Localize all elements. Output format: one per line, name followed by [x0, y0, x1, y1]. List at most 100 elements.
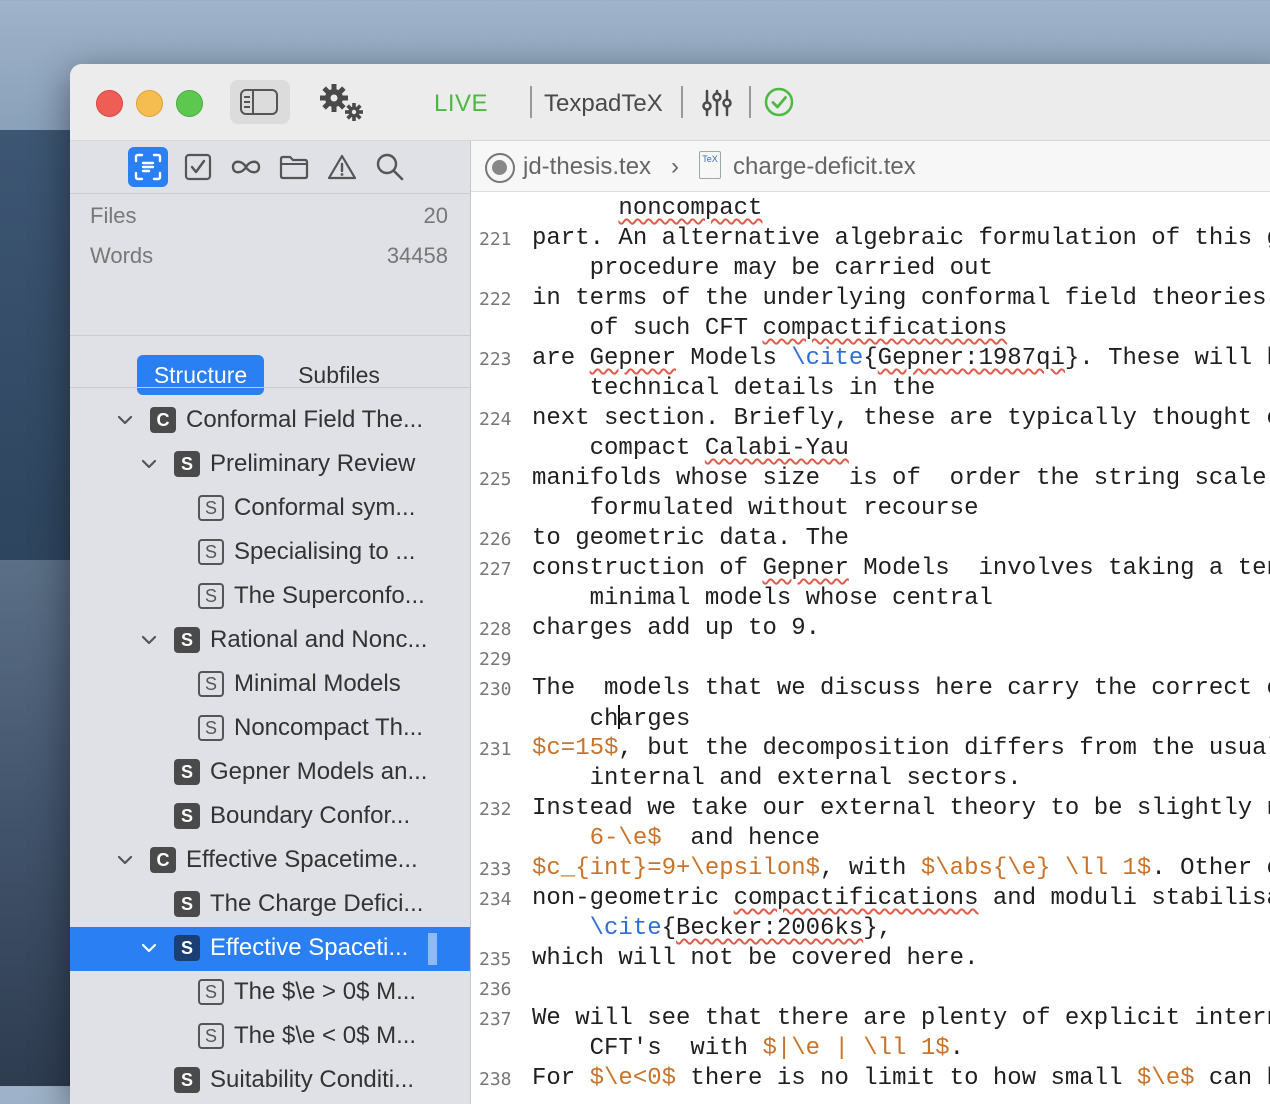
structure-tree-label: Specialising to ... — [234, 538, 416, 565]
files-tab[interactable] — [274, 147, 314, 187]
line-number: 229 — [479, 649, 512, 670]
text-caret — [618, 705, 621, 729]
code-line: to geometric data. The — [532, 525, 849, 552]
structure-tree-item[interactable]: S The $\e < 0$ M... — [70, 1015, 470, 1059]
code-line: compact Calabi-Yau — [532, 435, 849, 462]
structure-tree-item[interactable]: S Conformal sym... — [70, 487, 470, 531]
structure-tree-item[interactable]: C Conformal Field The... — [70, 399, 470, 443]
close-window-button[interactable] — [96, 90, 123, 117]
chevron-down-icon[interactable] — [140, 455, 158, 473]
settings-gears-icon[interactable] — [318, 82, 368, 122]
section-badge-icon: S — [174, 1067, 200, 1093]
chevron-down-icon[interactable] — [140, 631, 158, 649]
section-badge-icon: S — [198, 495, 224, 521]
sidebar-tab-bar — [70, 141, 470, 193]
section-badge-icon: S — [174, 803, 200, 829]
structure-tree-label: Conformal sym... — [234, 494, 416, 521]
minimize-window-button[interactable] — [136, 90, 163, 117]
toolbar-divider — [749, 86, 751, 118]
search-tab[interactable] — [370, 147, 410, 187]
structure-tree-item[interactable]: S Specialising to ... — [70, 531, 470, 575]
structure-tree-item[interactable]: S The Superconfo... — [70, 575, 470, 619]
line-number: 235 — [479, 949, 512, 970]
section-badge-icon: S — [174, 627, 200, 653]
toolbar-divider — [681, 86, 683, 118]
line-number: 233 — [479, 859, 512, 880]
files-count-row: Files 20 — [70, 195, 470, 235]
code-line: procedure may be carried out — [532, 255, 993, 282]
structure-tree-label: Boundary Confor... — [210, 802, 411, 829]
toggle-sidebar-button[interactable] — [230, 80, 290, 124]
subfiles-segment[interactable]: Subfiles — [280, 355, 398, 395]
code-line: \cite{Becker:2006ks}, — [589, 915, 893, 942]
line-number: 227 — [479, 559, 512, 580]
breadcrumb-separator: › — [671, 153, 679, 180]
chevron-down-icon[interactable] — [116, 411, 134, 429]
structure-tree-item[interactable]: S Preliminary Review — [70, 443, 470, 487]
code-line: For $\e<0$ there is no limit to how smal… — [532, 1065, 1270, 1092]
code-line: minimal models whose central — [532, 585, 993, 612]
code-line: technical details in the — [532, 375, 936, 402]
structure-tree-label: Effective Spacetime... — [186, 846, 418, 873]
toolbar-divider — [530, 86, 532, 118]
structure-tree-label: Noncompact Th... — [234, 714, 423, 741]
typeset-success-check-icon[interactable] — [764, 87, 794, 117]
code-line: Instead we take our external theory to b… — [532, 795, 1270, 822]
code-line: part. An alternative algebraic formulati… — [532, 225, 1270, 252]
breadcrumb-current-file[interactable]: charge-deficit.tex — [733, 153, 916, 181]
code-line: We will see that there are plenty of exp… — [532, 1005, 1270, 1032]
structure-tree-label: Effective Spaceti... — [210, 934, 409, 961]
structure-tree-label: The $\e < 0$ M... — [234, 1022, 417, 1049]
code-line: charges — [532, 705, 691, 733]
zoom-window-button[interactable] — [176, 90, 203, 117]
code-line: $c_{int}=9+\epsilon$, with $\abs{\e} \ll… — [532, 855, 1270, 882]
issues-tab[interactable] — [322, 147, 362, 187]
code-line: noncompact — [618, 195, 763, 222]
structure-tree-label: The $\e > 0$ M... — [234, 978, 417, 1005]
structure-tree-label: The Superconfo... — [234, 582, 425, 609]
code-line: 6-\e$ and hence — [589, 825, 821, 852]
section-badge-icon: S — [174, 759, 200, 785]
code-line: $c=15$, but the decomposition differs fr… — [532, 735, 1270, 762]
chevron-down-icon[interactable] — [140, 939, 158, 957]
structure-tree-label: The Charge Defici... — [210, 890, 424, 917]
live-typesetting-toggle[interactable]: LIVE — [434, 90, 488, 118]
folder-icon — [279, 155, 309, 180]
structure-tree-item[interactable]: S Gepner Models an... — [70, 751, 470, 795]
words-label: Words — [90, 243, 154, 268]
structure-tree-label: Rational and Nonc... — [210, 626, 428, 653]
structure-tree-item[interactable]: S Noncompact Th... — [70, 707, 470, 751]
code-line: CFT's with $|\e | \ll 1$. — [532, 1035, 965, 1062]
structure-tree-label: Conformal Field The... — [186, 406, 423, 433]
line-number: 238 — [479, 1069, 512, 1090]
toolbar: LIVE TexpadTeX — [70, 64, 1270, 141]
section-badge-icon: S — [198, 671, 224, 697]
typesetting-engine-selector[interactable]: TexpadTeX — [544, 90, 663, 118]
code-line: charges add up to 9. — [532, 615, 821, 642]
breadcrumb-root-file[interactable]: jd-thesis.tex — [523, 153, 651, 181]
todo-tab[interactable] — [178, 147, 218, 187]
structure-tree-item[interactable]: S The Charge Defici... — [70, 883, 470, 927]
root-document-icon — [485, 153, 515, 183]
structure-tree-item[interactable]: S The $\e > 0$ M... — [70, 971, 470, 1015]
line-number: 232 — [479, 799, 512, 820]
code-text-area[interactable]: noncompact 221 part. An alternative alge… — [471, 193, 1270, 1104]
structure-segment[interactable]: Structure — [137, 355, 264, 395]
structure-tree-item[interactable]: S Suitability Conditi... — [70, 1059, 470, 1103]
structure-tree-item[interactable]: C Effective Spacetime... — [70, 839, 470, 883]
chevron-down-icon[interactable] — [116, 851, 134, 869]
structure-tree-item[interactable]: S Rational and Nonc... — [70, 619, 470, 663]
structure-tree-item[interactable]: S Minimal Models — [70, 663, 470, 707]
code-line: in terms of the underlying conformal fie… — [532, 285, 1267, 312]
references-tab[interactable] — [226, 147, 266, 187]
structure-tree-item[interactable]: S Effective Spaceti... — [70, 927, 470, 971]
structure-tree-item[interactable]: S Boundary Confor... — [70, 795, 470, 839]
section-badge-icon: S — [198, 715, 224, 741]
line-number: 230 — [479, 679, 512, 700]
outline-tab[interactable] — [128, 147, 168, 187]
sliders-icon[interactable] — [702, 88, 732, 118]
infinity-icon — [231, 160, 261, 174]
line-number: 223 — [479, 349, 512, 370]
line-number: 228 — [479, 619, 512, 640]
section-badge-icon: S — [198, 583, 224, 609]
